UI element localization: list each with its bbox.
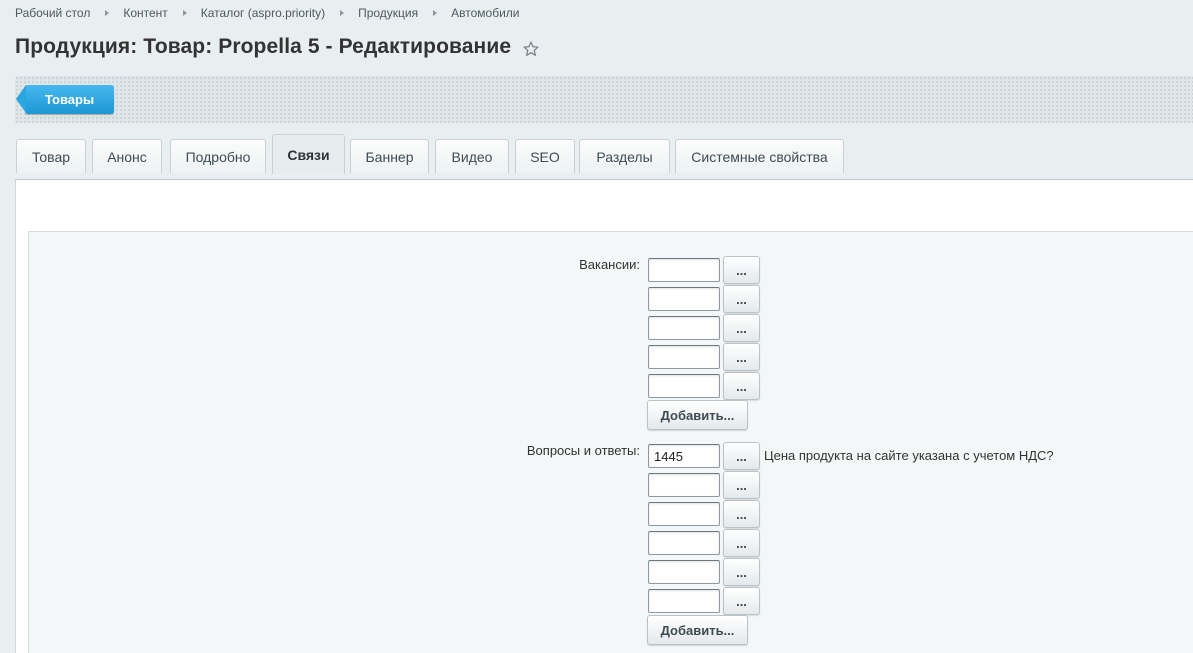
- faq-add-button[interactable]: Добавить...: [647, 615, 748, 645]
- faq-browse-button[interactable]: ...: [723, 471, 760, 499]
- faq-linked-item-name: Цена продукта на сайте указана с учетом …: [764, 448, 1054, 463]
- back-to-products-button[interactable]: Товары: [16, 85, 114, 114]
- vacancy-input[interactable]: [648, 345, 720, 369]
- faq-label: Вопросы и ответы:: [526, 443, 640, 458]
- tab-banner[interactable]: Баннер: [350, 139, 429, 173]
- star-icon[interactable]: [522, 40, 540, 58]
- vacancy-browse-button[interactable]: ...: [723, 285, 760, 313]
- tab-sections[interactable]: Разделы: [579, 139, 670, 173]
- vacancy-browse-button[interactable]: ...: [723, 256, 760, 284]
- vacancies-add-button[interactable]: Добавить...: [647, 400, 748, 430]
- vacancy-browse-button[interactable]: ...: [723, 343, 760, 371]
- faq-browse-button[interactable]: ...: [723, 558, 760, 586]
- breadcrumb-separator-icon: [105, 10, 110, 16]
- vacancy-input[interactable]: [648, 374, 720, 398]
- breadcrumb-item-cars[interactable]: Автомобили: [451, 6, 519, 20]
- breadcrumb-item-products[interactable]: Продукция: [358, 6, 418, 20]
- faq-input[interactable]: [648, 473, 720, 497]
- tab-links[interactable]: Связи: [272, 134, 345, 174]
- page-title: Продукция: Товар: Propella 5 - Редактиро…: [15, 35, 512, 58]
- form-area: [28, 231, 1193, 653]
- breadcrumb-item-desktop[interactable]: Рабочий стол: [15, 6, 90, 20]
- vacancy-input[interactable]: [648, 287, 720, 311]
- faq-input[interactable]: [648, 531, 720, 555]
- vacancy-browse-button[interactable]: ...: [723, 314, 760, 342]
- faq-input[interactable]: [648, 502, 720, 526]
- breadcrumb: Рабочий стол Контент Каталог (aspro.prio…: [15, 6, 520, 20]
- vacancies-label: Вакансии:: [579, 257, 640, 272]
- vacancy-input[interactable]: [648, 258, 720, 282]
- vacancy-input[interactable]: [648, 316, 720, 340]
- faq-input[interactable]: [648, 444, 720, 468]
- breadcrumb-item-catalog[interactable]: Каталог (aspro.priority): [201, 6, 325, 20]
- breadcrumb-separator-icon: [433, 10, 438, 16]
- breadcrumb-item-content[interactable]: Контент: [123, 6, 167, 20]
- tab-video[interactable]: Видео: [435, 139, 509, 173]
- faq-browse-button[interactable]: ...: [723, 442, 760, 470]
- toolbar: Товары: [15, 76, 1193, 123]
- tab-seo[interactable]: SEO: [515, 139, 575, 173]
- tab-details[interactable]: Подробно: [170, 139, 266, 173]
- tab-system-properties[interactable]: Системные свойства: [675, 139, 844, 173]
- title-row: Продукция: Товар: Propella 5 - Редактиро…: [15, 35, 540, 59]
- faq-browse-button[interactable]: ...: [723, 587, 760, 615]
- vacancy-browse-button[interactable]: ...: [723, 372, 760, 400]
- breadcrumb-separator-icon: [340, 10, 345, 16]
- faq-input[interactable]: [648, 589, 720, 613]
- tab-preview[interactable]: Анонс: [92, 139, 162, 173]
- breadcrumb-separator-icon: [182, 10, 187, 16]
- faq-browse-button[interactable]: ...: [723, 500, 760, 528]
- faq-input[interactable]: [648, 560, 720, 584]
- tab-product[interactable]: Товар: [16, 139, 86, 173]
- faq-browse-button[interactable]: ...: [723, 529, 760, 557]
